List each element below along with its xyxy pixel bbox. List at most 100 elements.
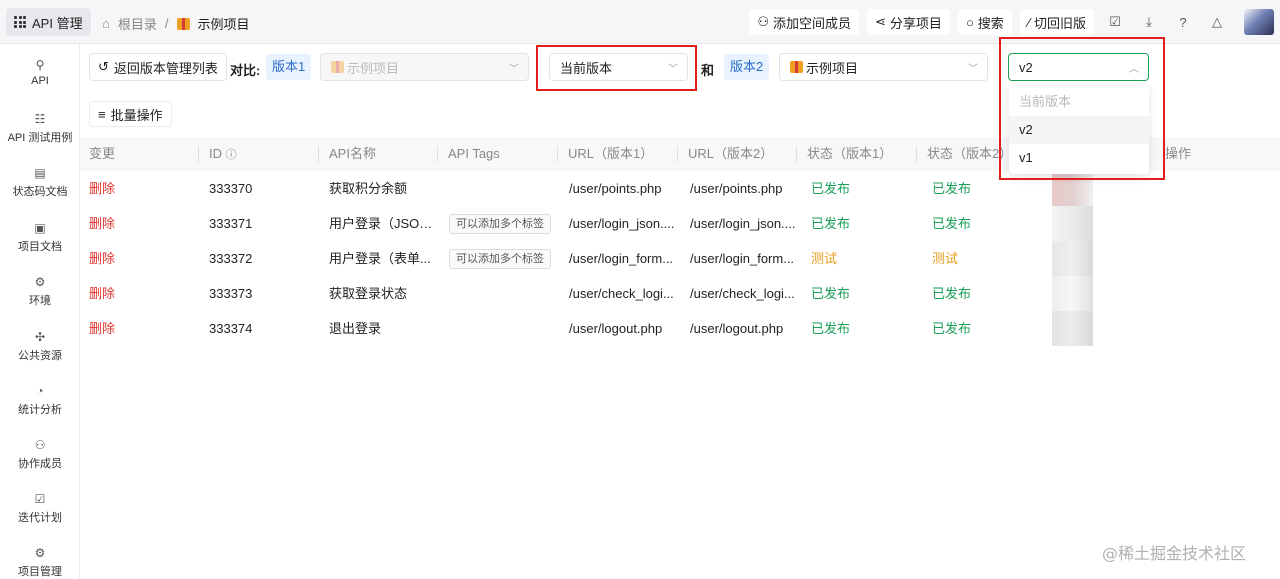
sidebar-item-members[interactable]: ⚇ 协作成员	[0, 437, 80, 471]
project1-select: 示例项目 ﹀	[320, 53, 529, 81]
gift-icon	[176, 17, 190, 30]
version1-tag: 版本1	[266, 54, 312, 80]
batch-operations-button[interactable]: ≡ 批量操作	[89, 101, 172, 127]
table-row: 删除 333372 用户登录（表单... 可以添加多个标签 /user/logi…	[80, 241, 1280, 276]
api-name[interactable]: 用户登录（表单...	[329, 241, 437, 276]
change-type: 删除	[89, 286, 116, 301]
environment-icon: ⚙	[34, 275, 46, 289]
api-name[interactable]: 用户登录（JSON...	[329, 206, 437, 241]
blurred-actions	[1052, 276, 1093, 311]
share-button[interactable]: ⋖ 分享项目	[867, 9, 950, 35]
blurred-actions	[1052, 241, 1093, 276]
help-icon[interactable]: ?	[1170, 9, 1196, 35]
blurred-actions	[1052, 311, 1093, 346]
status-v2: 已发布	[932, 286, 972, 301]
column-divider	[916, 146, 917, 162]
home-icon: ⌂	[102, 16, 110, 31]
api-tag-chip[interactable]: 可以添加多个标签	[449, 249, 551, 269]
sidebar-item-shared-resources[interactable]: ✣ 公共资源	[0, 329, 80, 363]
sidebar-item-label: 环境	[29, 295, 51, 307]
api-id: 333372	[209, 251, 253, 266]
app-menu-button[interactable]: API 管理	[6, 8, 91, 36]
change-type: 删除	[89, 216, 116, 231]
sidebar-item-label: 迭代计划	[18, 512, 62, 524]
breadcrumb-separator: /	[164, 16, 169, 31]
user-add-icon: ⚇	[757, 14, 769, 29]
api-id: 333373	[209, 286, 253, 301]
chevron-down-icon: ﹀	[968, 64, 978, 75]
column-divider	[557, 146, 558, 162]
url-v2: /user/check_logi...	[690, 286, 795, 301]
share-icon: ⋖	[875, 14, 886, 29]
project2-select[interactable]: 示例项目 ﹀	[779, 53, 988, 81]
highlight-box-version2	[999, 37, 1165, 180]
breadcrumb: ⌂ 根目录 / 示例项目	[102, 14, 250, 33]
api-name[interactable]: 获取积分余额	[329, 171, 437, 206]
calendar-icon[interactable]: ☑	[1102, 9, 1128, 35]
back-to-versions-button[interactable]: ↺ 返回版本管理列表	[89, 53, 227, 81]
top-actions: ⚇ 添加空间成员 ⋖ 分享项目 ○ 搜索 ⁄ 切回旧版 ☑ ⤓ ? △	[749, 9, 1280, 35]
sidebar-item-label: 公共资源	[18, 350, 62, 362]
sidebar-item-project-management[interactable]: ⚙ 项目管理	[0, 545, 80, 579]
api-name[interactable]: 退出登录	[329, 311, 437, 346]
status-v2: 已发布	[932, 181, 972, 196]
status-v1: 已发布	[811, 181, 851, 196]
change-type: 删除	[89, 181, 116, 196]
gift-icon	[331, 61, 344, 73]
url-v2: /user/logout.php	[690, 321, 784, 336]
url-v1: /user/check_logi...	[569, 286, 674, 301]
url-v1: /user/logout.php	[569, 321, 663, 336]
gear-icon: ⚙	[34, 546, 46, 560]
magic-wand-icon: ⁄	[1027, 14, 1030, 30]
avatar[interactable]	[1244, 9, 1274, 35]
puzzle-icon: ✣	[34, 330, 46, 344]
header-url-v2: URL（版本2）	[688, 146, 774, 161]
old-version-button[interactable]: ⁄ 切回旧版	[1019, 9, 1094, 35]
sidebar-item-label: 项目文档	[18, 241, 62, 253]
status-v1: 已发布	[811, 286, 851, 301]
version2-tag: 版本2	[724, 54, 770, 80]
table-row: 删除 333374 退出登录 /user/logout.php /user/lo…	[80, 311, 1280, 346]
bell-icon[interactable]: △	[1204, 9, 1230, 35]
sidebar-item-environment[interactable]: ⚙ 环境	[0, 274, 80, 308]
sidebar: ⚲ API ☷ API 测试用例 ▤ 状态码文档 ▣ 项目文档 ⚙ 环境 ✣ 公…	[0, 44, 80, 579]
app-label: API 管理	[32, 15, 83, 31]
and-label: 和	[701, 63, 715, 78]
sidebar-item-iteration-plan[interactable]: ☑ 迭代计划	[0, 491, 80, 525]
api-tag-chip[interactable]: 可以添加多个标签	[449, 214, 551, 234]
table-row: 删除 333371 用户登录（JSON... 可以添加多个标签 /user/lo…	[80, 206, 1280, 241]
add-member-button[interactable]: ⚇ 添加空间成员	[749, 9, 860, 35]
rocket-icon: ⚲	[35, 58, 45, 72]
sidebar-item-statistics[interactable]: ◔ 统计分析	[0, 383, 80, 417]
sidebar-item-api[interactable]: ⚲ API	[0, 57, 80, 87]
header-api-name: API名称	[329, 146, 376, 161]
sidebar-item-api-test-cases[interactable]: ☷ API 测试用例	[0, 111, 80, 145]
old-version-label: 切回旧版	[1033, 15, 1086, 31]
back-label: 返回版本管理列表	[113, 60, 218, 76]
project2-value: 示例项目	[806, 60, 859, 76]
column-divider	[198, 146, 199, 162]
breadcrumb-root[interactable]: 根目录	[118, 14, 157, 33]
sidebar-item-label: 项目管理	[18, 566, 62, 578]
compare-label: 对比:	[230, 63, 261, 78]
status-v1: 测试	[811, 251, 838, 266]
api-name[interactable]: 获取登录状态	[329, 276, 437, 311]
search-icon: ○	[965, 14, 974, 30]
header-url-v1: URL（版本1）	[568, 146, 654, 161]
chevron-down-icon: ﹀	[509, 64, 519, 75]
search-button[interactable]: ○ 搜索	[957, 9, 1012, 35]
users-icon: ⚇	[34, 438, 46, 452]
header-status-v1: 状态（版本1）	[807, 146, 893, 161]
download-icon[interactable]: ⤓	[1136, 9, 1162, 35]
gift-icon	[790, 61, 803, 73]
url-v1: /user/points.php	[569, 181, 662, 196]
sidebar-item-status-codes[interactable]: ▤ 状态码文档	[0, 165, 80, 199]
status-v2: 已发布	[932, 321, 972, 336]
sidebar-item-project-docs[interactable]: ▣ 项目文档	[0, 220, 80, 254]
header-id-label: ID	[209, 146, 222, 161]
word-doc-icon: ▣	[34, 221, 46, 235]
sidebar-item-label: 状态码文档	[12, 186, 68, 198]
header-id: ID ⓘ	[200, 137, 237, 171]
api-id: 333374	[209, 321, 253, 336]
breadcrumb-current[interactable]: 示例项目	[198, 14, 250, 33]
